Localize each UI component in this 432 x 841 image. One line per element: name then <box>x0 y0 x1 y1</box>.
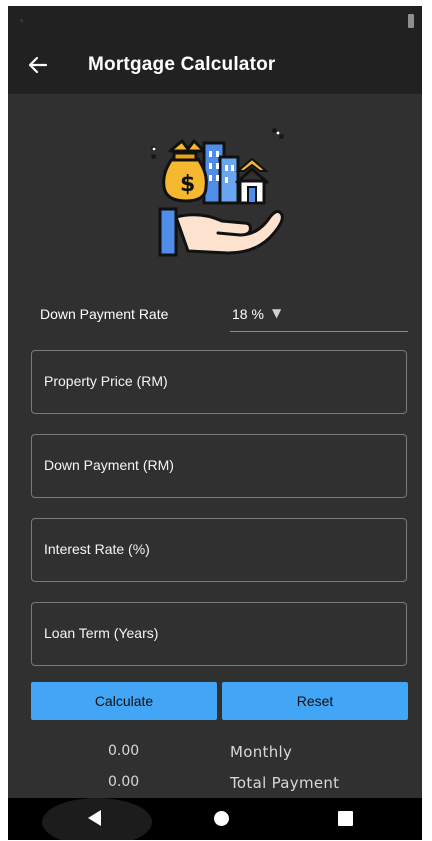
interest-rate-label: Interest Rate (%) <box>44 541 150 557</box>
property-price-input[interactable]: Property Price (RM) <box>31 350 407 414</box>
down-payment-rate-label: Down Payment Rate <box>40 306 169 322</box>
status-indicator-icon <box>20 19 23 22</box>
system-navigation-bar <box>8 798 422 840</box>
nav-home-icon[interactable] <box>214 811 229 826</box>
down-payment-rate-row: Down Payment Rate 18 % ▼ <box>40 296 410 336</box>
svg-text:$: $ <box>180 172 195 197</box>
page-title: Mortgage Calculator <box>88 54 276 75</box>
reset-button[interactable]: Reset <box>222 682 408 720</box>
monthly-value: 0.00 <box>108 743 140 759</box>
total-payment-label: Total Payment <box>230 774 340 792</box>
loan-term-label: Loan Term (Years) <box>44 625 159 641</box>
total-payment-value: 0.00 <box>108 774 140 790</box>
loan-term-input[interactable]: Loan Term (Years) <box>31 602 407 666</box>
battery-icon <box>408 14 414 28</box>
monthly-result-row: 0.00 Monthly <box>8 743 422 767</box>
calculate-button[interactable]: Calculate <box>31 682 217 720</box>
arrow-left-icon[interactable] <box>10 36 66 94</box>
property-price-label: Property Price (RM) <box>44 373 168 389</box>
down-payment-label: Down Payment (RM) <box>44 457 174 473</box>
status-bar <box>8 6 422 36</box>
down-payment-rate-value: 18 % <box>232 306 264 322</box>
down-payment-input[interactable]: Down Payment (RM) <box>31 434 407 498</box>
total-payment-result-row: 0.00 Total Payment <box>8 774 422 798</box>
caret-down-icon: ▼ <box>272 306 282 320</box>
phone-screen: Mortgage Calculator $ Down Payment Rate … <box>8 6 422 840</box>
hand-holding-money-and-buildings-icon: $ <box>148 121 288 261</box>
down-payment-rate-dropdown[interactable]: 18 % ▼ <box>230 296 408 332</box>
interest-rate-input[interactable]: Interest Rate (%) <box>31 518 407 582</box>
app-bar: Mortgage Calculator <box>8 36 422 94</box>
nav-recent-apps-icon[interactable] <box>338 811 353 826</box>
nav-back-icon[interactable] <box>88 810 101 826</box>
monthly-label: Monthly <box>230 743 293 761</box>
